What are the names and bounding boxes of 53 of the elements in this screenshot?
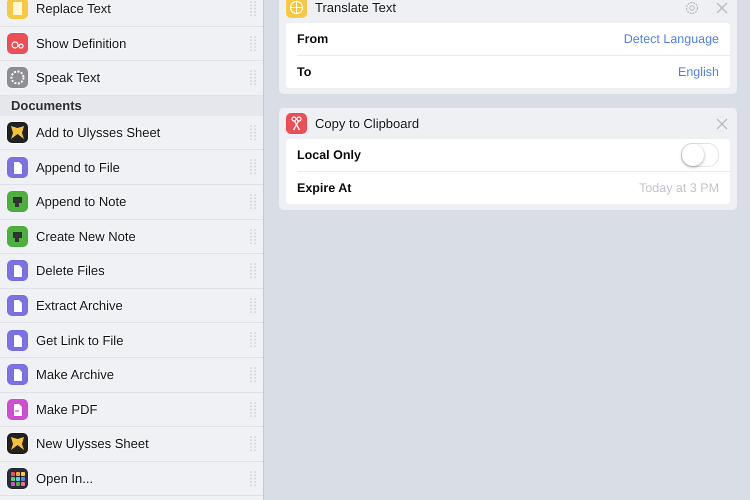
close-icon[interactable] [714, 116, 730, 132]
action-label[interactable]: Make Archive [36, 367, 114, 382]
action-label[interactable]: Extract Archive [36, 298, 123, 314]
butterfly-icon [7, 122, 28, 144]
field-value[interactable]: Detect Language [624, 32, 719, 46]
app-grid-icon [7, 468, 28, 490]
drag-handle-icon[interactable] [249, 34, 257, 52]
drag-handle-icon[interactable] [249, 400, 257, 418]
action-label[interactable]: Get Link to File [36, 332, 124, 348]
drag-handle-icon[interactable] [249, 158, 257, 176]
drag-handle-icon[interactable] [249, 435, 257, 452]
field-label: To [297, 65, 312, 79]
settings-icon[interactable] [684, 0, 700, 16]
action-label[interactable]: Speak Text [36, 70, 100, 86]
field-label: Local Only [297, 148, 362, 162]
document-icon [7, 260, 28, 282]
notepad-icon [7, 0, 28, 20]
drag-handle-icon[interactable] [249, 331, 257, 348]
drag-handle-icon[interactable] [249, 124, 257, 141]
drag-handle-icon[interactable] [249, 366, 257, 383]
action-label[interactable]: Add to Ulysses Sheet [36, 125, 160, 140]
toggle-switch[interactable] [681, 143, 719, 167]
action-label[interactable]: Delete Files [36, 263, 105, 278]
action-title: Translate Text [315, 0, 397, 15]
action-label[interactable]: New Ulysses Sheet [36, 436, 149, 452]
document-icon [7, 295, 28, 316]
field-label: Expire At [297, 181, 352, 195]
action-label[interactable]: Make PDF [36, 402, 98, 417]
action-label[interactable]: Show Definition [36, 36, 126, 51]
action-title: Copy to Clipboard [315, 116, 420, 131]
action-label[interactable]: Append to Note [36, 194, 126, 210]
drag-handle-icon[interactable] [249, 69, 257, 86]
butterfly-icon [7, 433, 28, 454]
action-label[interactable]: Open In... [36, 471, 94, 486]
drag-handle-icon[interactable] [249, 296, 257, 314]
globe-icon [286, 0, 307, 18]
document-icon [7, 364, 28, 386]
close-icon[interactable] [714, 0, 730, 16]
drag-handle-icon[interactable] [249, 192, 257, 210]
drag-handle-icon[interactable] [249, 262, 257, 280]
section-header: Documents [0, 96, 263, 116]
drag-handle-icon[interactable] [249, 0, 257, 17]
scissors-icon [286, 113, 307, 134]
field-label: From [297, 32, 330, 46]
field-value[interactable]: English [678, 65, 719, 79]
pdf-document-icon [7, 398, 28, 420]
action-label[interactable]: Create New Note [36, 228, 136, 244]
action-label[interactable]: Replace Text [36, 1, 111, 16]
drag-handle-icon[interactable] [249, 470, 257, 487]
document-icon [7, 330, 28, 351]
drag-handle-icon[interactable] [249, 228, 257, 245]
document-icon [7, 156, 28, 178]
action-label[interactable]: Append to File [36, 160, 120, 175]
